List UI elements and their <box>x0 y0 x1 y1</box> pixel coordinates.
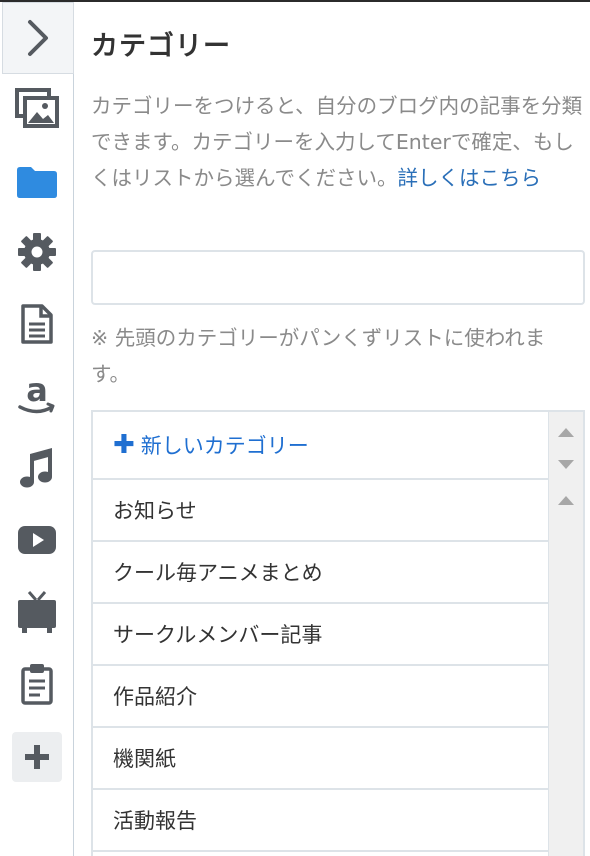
category-item[interactable]: クール毎アニメまとめ <box>93 542 550 604</box>
category-item[interactable]: 機関紙 <box>93 728 550 790</box>
music-note-icon <box>20 448 52 488</box>
svg-text:a: a <box>26 374 48 409</box>
chevron-right-icon <box>28 20 48 56</box>
sidebar-item-amazon[interactable]: a <box>0 366 74 426</box>
collapse-sidebar-button[interactable] <box>2 2 74 74</box>
youtube-icon <box>18 526 56 554</box>
category-input[interactable] <box>91 250 585 305</box>
scroll-down-icon[interactable] <box>558 460 574 469</box>
sidebar-item-youtube[interactable] <box>0 510 74 570</box>
plus-icon: ✚ <box>113 430 135 460</box>
sidebar-item-settings[interactable] <box>0 222 74 282</box>
sidebar-item-images[interactable] <box>0 78 74 138</box>
sidebar-item-document[interactable] <box>0 294 74 354</box>
panel-title: カテゴリー <box>91 31 231 62</box>
amazon-icon: a <box>18 374 55 414</box>
editor-sidebar: a <box>0 2 74 856</box>
document-icon <box>21 304 53 344</box>
scroll-up-icon[interactable] <box>558 428 574 437</box>
add-module-button[interactable] <box>12 732 62 782</box>
folder-icon <box>17 167 57 198</box>
clipboard-icon <box>21 664 53 705</box>
panel-description: カテゴリーをつけると、自分のブログ内の記事を分類できます。カテゴリーを入力してE… <box>91 88 583 196</box>
category-list-items: ✚ 新しいカテゴリー お知らせ クール毎アニメまとめ サークルメンバー記事 作品… <box>93 412 550 852</box>
category-item[interactable]: お知らせ <box>93 480 550 542</box>
breadcrumb-note: ※ 先頭のカテゴリーがパンくずリストに使われます。 <box>91 326 546 386</box>
sidebar-item-clipboard[interactable] <box>0 654 74 714</box>
sidebar-item-categories[interactable] <box>0 152 74 212</box>
tv-icon <box>18 591 56 633</box>
top-border <box>0 0 590 2</box>
category-item[interactable]: 活動報告 <box>93 790 550 852</box>
scroll-up-icon[interactable] <box>558 496 574 505</box>
category-list: ✚ 新しいカテゴリー お知らせ クール毎アニメまとめ サークルメンバー記事 作品… <box>91 410 585 856</box>
category-item[interactable]: サークルメンバー記事 <box>93 604 550 666</box>
gear-icon <box>18 233 56 271</box>
list-scrollbar[interactable] <box>548 412 583 856</box>
plus-icon <box>25 745 49 769</box>
sidebar-item-music[interactable] <box>0 438 74 498</box>
new-category-button[interactable]: ✚ 新しいカテゴリー <box>93 412 550 480</box>
sidebar-item-tv[interactable] <box>0 582 74 642</box>
image-icon <box>15 88 59 128</box>
category-item[interactable]: 作品紹介 <box>93 666 550 728</box>
new-category-label: 新しいカテゴリー <box>140 434 309 458</box>
help-link[interactable]: 詳しくはこちら <box>397 166 541 190</box>
